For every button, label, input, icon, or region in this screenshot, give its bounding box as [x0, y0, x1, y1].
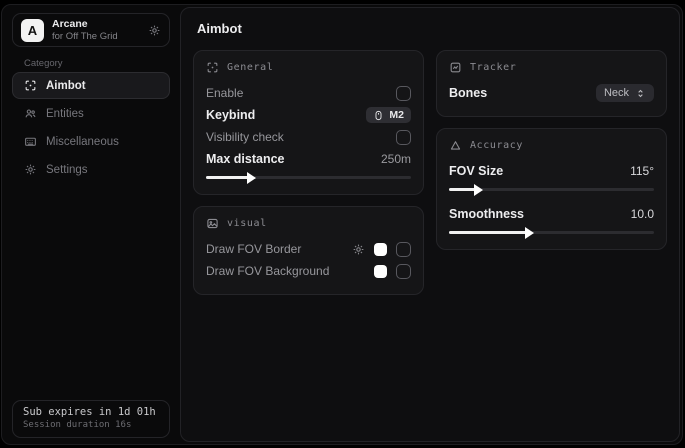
settings-gear-icon [23, 163, 37, 176]
draw-fov-background-label: Draw FOV Background [206, 264, 329, 278]
visibility-check-checkbox[interactable] [396, 130, 411, 145]
enable-label: Enable [206, 86, 243, 100]
visual-section: visual Draw FOV Border [193, 206, 424, 295]
chevron-up-down-icon [635, 88, 646, 99]
subscription-info-card: Sub expires in 1d 01h Session duration 1… [12, 400, 170, 438]
sidebar: A Arcane for Off The Grid Category [2, 5, 180, 444]
slider-thumb[interactable] [474, 184, 483, 196]
smoothness-label: Smoothness [449, 207, 524, 221]
sidebar-item-aimbot[interactable]: Aimbot [12, 72, 170, 99]
fov-background-color-swatch[interactable] [374, 265, 387, 278]
app-window: A Arcane for Off The Grid Category [1, 4, 683, 445]
app-logo: A [21, 19, 44, 42]
triangle-icon [449, 139, 462, 152]
keybind-label: Keybind [206, 108, 255, 122]
fov-size-slider[interactable] [449, 188, 654, 191]
category-label: Category [24, 58, 63, 69]
main-panel: Aimbot General Enable [180, 7, 680, 442]
section-title: Accuracy [470, 140, 523, 151]
general-crosshair-icon [206, 61, 219, 74]
keybind-value: M2 [389, 109, 404, 121]
bones-select[interactable]: Neck [596, 84, 654, 102]
crosshair-icon [23, 79, 37, 92]
session-duration-text: Session duration 16s [23, 420, 159, 430]
visibility-check-label: Visibility check [206, 130, 284, 144]
app-subtitle: for Off The Grid [52, 31, 140, 43]
tracker-chart-icon [449, 61, 462, 74]
accuracy-section: Accuracy FOV Size 115° Smoothness 10.0 [436, 128, 667, 250]
sub-expires-text: Sub expires in 1d 01h [23, 406, 159, 418]
smoothness-slider[interactable] [449, 231, 654, 234]
sidebar-item-label: Settings [46, 164, 88, 176]
section-title: General [227, 62, 273, 73]
miscellaneous-icon [23, 135, 37, 148]
sidebar-item-label: Entities [46, 108, 84, 120]
general-section: General Enable Keybind [193, 50, 424, 195]
fov-size-value: 115° [630, 164, 654, 178]
entities-icon [23, 107, 37, 120]
keybind-button[interactable]: M2 [366, 107, 411, 123]
mouse-icon [373, 110, 384, 121]
sidebar-nav: Aimbot Entities [12, 72, 170, 184]
draw-fov-border-label: Draw FOV Border [206, 242, 301, 256]
app-name: Arcane [52, 18, 140, 31]
bones-selected-value: Neck [604, 87, 629, 99]
draw-fov-border-checkbox[interactable] [396, 242, 411, 257]
draw-fov-background-checkbox[interactable] [396, 264, 411, 279]
sidebar-item-miscellaneous[interactable]: Miscellaneous [12, 128, 170, 155]
slider-thumb[interactable] [525, 227, 534, 239]
section-title: visual [227, 218, 267, 229]
sidebar-item-settings[interactable]: Settings [12, 156, 170, 183]
fov-size-label: FOV Size [449, 164, 503, 178]
sidebar-item-entities[interactable]: Entities [12, 100, 170, 127]
enable-checkbox[interactable] [396, 86, 411, 101]
max-distance-slider[interactable] [206, 176, 411, 179]
app-logo-card: A Arcane for Off The Grid [12, 13, 170, 47]
image-icon [206, 217, 219, 230]
section-title: Tracker [470, 62, 516, 73]
max-distance-value: 250m [381, 152, 411, 166]
fov-border-color-swatch[interactable] [374, 243, 387, 256]
tracker-section: Tracker Bones Neck [436, 50, 667, 117]
fov-border-settings-gear-icon[interactable] [352, 243, 365, 256]
gear-icon[interactable] [148, 24, 161, 37]
slider-thumb[interactable] [247, 172, 256, 184]
page-title: Aimbot [181, 8, 679, 42]
sidebar-item-label: Aimbot [46, 80, 86, 92]
bones-label: Bones [449, 86, 487, 100]
smoothness-value: 10.0 [631, 207, 654, 221]
sidebar-item-label: Miscellaneous [46, 136, 119, 148]
max-distance-label: Max distance [206, 152, 285, 166]
